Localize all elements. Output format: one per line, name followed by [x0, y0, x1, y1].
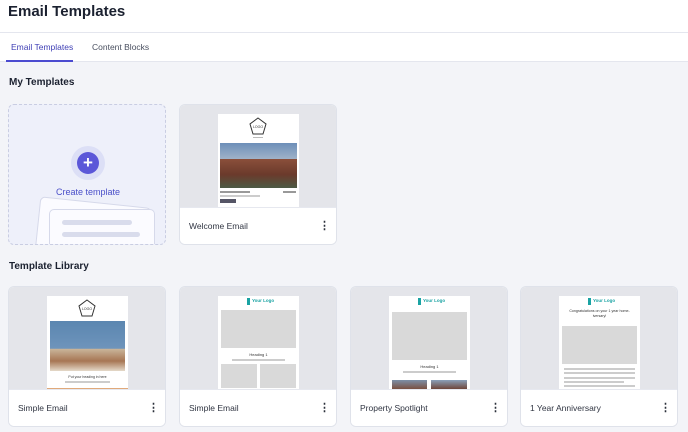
- library-card-simple-email-2[interactable]: Your Logo Heading 1 Simple Email ⋮: [179, 286, 337, 427]
- template-thumbnail: Your Logo Heading 1: [351, 287, 507, 390]
- create-template-card[interactable]: + Create template: [8, 104, 166, 245]
- plus-icon[interactable]: +: [77, 152, 99, 174]
- card-footer: 1 Year Anniversary ⋮: [521, 389, 677, 426]
- template-name: Property Spotlight: [360, 403, 428, 413]
- template-name: Simple Email: [18, 403, 68, 413]
- page-title: Email Templates: [8, 3, 126, 20]
- template-thumbnail: Your Logo Heading 1: [180, 287, 336, 390]
- template-name: Welcome Email: [189, 221, 248, 231]
- svg-text:LOGO: LOGO: [82, 307, 92, 311]
- create-template-label: Create template: [55, 187, 121, 197]
- tab-content-blocks[interactable]: Content Blocks: [92, 42, 149, 52]
- more-vertical-icon[interactable]: ⋮: [490, 400, 501, 416]
- bedroom-image: [50, 321, 125, 371]
- more-vertical-icon[interactable]: ⋮: [148, 400, 159, 416]
- svg-text:LOGO: LOGO: [253, 125, 263, 129]
- template-thumbnail: LOGO: [180, 105, 336, 210]
- brand-mark-icon: [418, 298, 421, 305]
- template-name: Simple Email: [189, 403, 239, 413]
- my-templates-heading: My Templates: [9, 77, 75, 88]
- page-header: Email Templates: [0, 0, 688, 33]
- card-footer: Welcome Email ⋮: [180, 207, 336, 244]
- library-card-1-year-anniversary[interactable]: Your Logo Congratulations on your 1 year…: [520, 286, 678, 427]
- paper-illustration: [49, 209, 155, 244]
- template-thumbnail: Your Logo Congratulations on your 1 year…: [521, 287, 677, 390]
- template-library-heading: Template Library: [9, 261, 89, 272]
- active-tab-indicator: [6, 60, 73, 62]
- brand-mark-icon: [588, 298, 591, 305]
- template-thumbnail: LOGO Put your heading in here: [9, 287, 165, 390]
- more-vertical-icon[interactable]: ⋮: [319, 400, 330, 416]
- library-card-simple-email-1[interactable]: LOGO Put your heading in here Simple Ema…: [8, 286, 166, 427]
- card-footer: Simple Email ⋮: [180, 389, 336, 426]
- library-card-property-spotlight[interactable]: Your Logo Heading 1 Property Spotlight ⋮: [350, 286, 508, 427]
- logo-icon: LOGO: [249, 117, 267, 135]
- more-vertical-icon[interactable]: ⋮: [660, 400, 671, 416]
- template-name: 1 Year Anniversary: [530, 403, 601, 413]
- card-footer: Property Spotlight ⋮: [351, 389, 507, 426]
- more-vertical-icon[interactable]: ⋮: [319, 218, 330, 234]
- logo-icon: LOGO: [78, 299, 96, 317]
- tab-email-templates[interactable]: Email Templates: [11, 42, 73, 52]
- hero-image: [220, 143, 297, 188]
- tab-bar: Email Templates Content Blocks: [0, 33, 688, 62]
- template-card-welcome-email[interactable]: LOGO Welcome Email ⋮: [179, 104, 337, 245]
- card-footer: Simple Email ⋮: [9, 389, 165, 426]
- brand-mark-icon: [247, 298, 250, 305]
